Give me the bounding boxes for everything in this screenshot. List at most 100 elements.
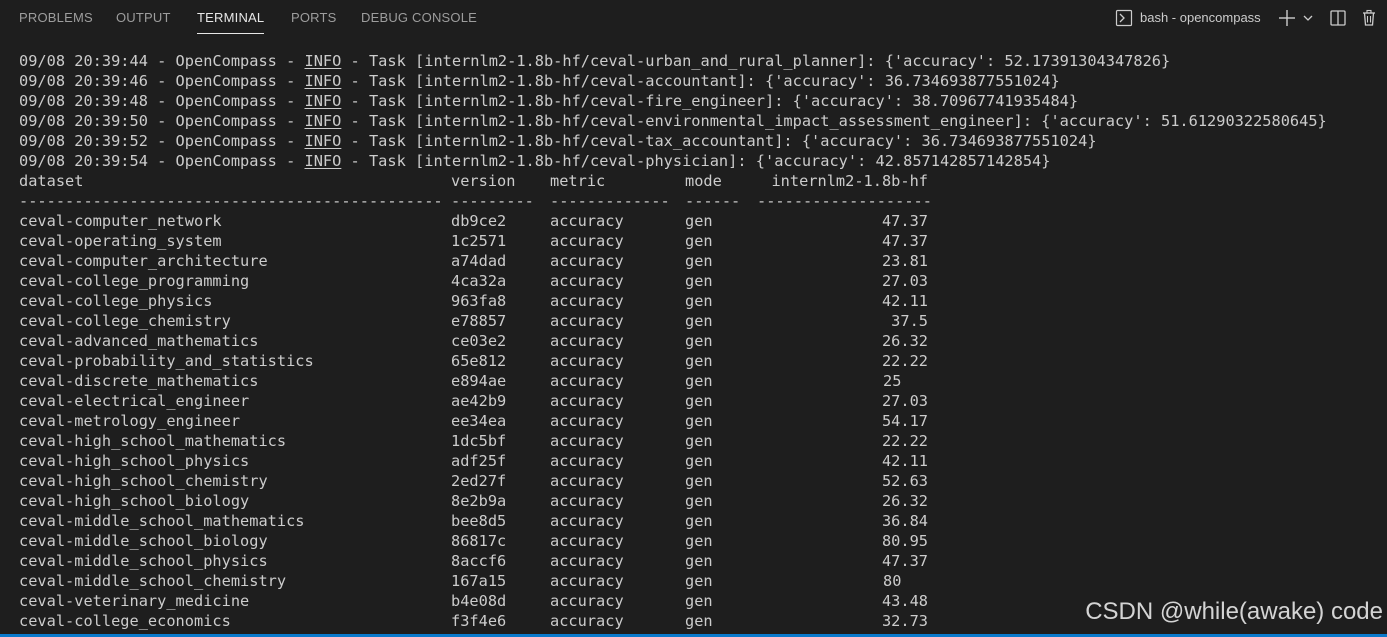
cell-metric: accuracy [550,232,624,250]
cell-score: 36.84 [881,512,928,530]
split-terminal-icon[interactable] [1328,8,1348,28]
log-level[interactable]: INFO [305,152,342,170]
tab-ports[interactable]: PORTS [291,0,337,36]
log-level[interactable]: INFO [305,52,342,70]
watermark: CSDN @while(awake) code [1085,598,1383,625]
cell-dataset: ceval-college_economics [19,612,231,630]
cell-version: b4e08d [451,592,507,610]
log-lines: 09/08 20:39:44 - OpenCompass - INFO - Ta… [19,51,1387,171]
cell-mode: gen [685,512,713,530]
cell-metric: accuracy [550,412,624,430]
cell-version: 167a15 [451,572,507,590]
log-level[interactable]: INFO [305,72,342,90]
log-message: - Task [internlm2-1.8b-hf/ceval-environm… [341,112,1327,130]
log-line: 09/08 20:39:44 - OpenCompass - INFO - Ta… [19,51,1387,71]
cell-metric: accuracy [550,252,624,270]
table-row: ceval-advanced_mathematics ce03e2 accuracy… [19,331,1387,351]
cell-version: 1c2571 [451,232,507,250]
cell-mode: gen [685,432,713,450]
tab-debug-console[interactable]: DEBUG CONSOLE [361,0,477,36]
cell-mode: gen [685,312,713,330]
cell-mode: gen [685,572,713,590]
cell-version: 86817c [451,532,507,550]
table-separator: ----------------------------------------… [19,191,1387,211]
table-row: ceval-probability_and_statistics 65e812 ac… [19,351,1387,371]
chevron-down-icon[interactable] [1301,8,1315,28]
cell-dataset: ceval-high_school_chemistry [19,472,268,490]
cell-dataset: ceval-middle_school_mathematics [19,512,305,530]
cell-version: 8e2b9a [451,492,507,510]
table-row: ceval-college_programming 4ca32a accuracy g… [19,271,1387,291]
table-row: ceval-middle_school_biology 86817c accurac… [19,531,1387,551]
trash-icon[interactable] [1359,8,1379,28]
header-dataset: dataset [19,172,84,190]
table-row: ceval-operating_system 1c2571 accuracy gen 4… [19,231,1387,251]
cell-dataset: ceval-advanced_mathematics [19,332,259,350]
cell-version: adf25f [451,452,507,470]
tab-output[interactable]: OUTPUT [116,0,171,36]
log-level[interactable]: INFO [305,132,342,150]
cell-mode: gen [685,472,713,490]
log-prefix: 09/08 20:39:48 - OpenCompass - [19,92,305,110]
log-prefix: 09/08 20:39:54 - OpenCompass - [19,152,305,170]
cell-mode: gen [685,392,713,410]
cell-metric: accuracy [550,592,624,610]
cell-score: 23.81 [881,252,928,270]
cell-metric: accuracy [550,392,624,410]
cell-version: f3f4e6 [451,612,507,630]
tab-terminal[interactable]: TERMINAL [197,0,265,36]
cell-mode: gen [685,252,713,270]
cell-metric: accuracy [550,432,624,450]
cell-dataset: ceval-metrology_engineer [19,412,241,430]
tab-problems[interactable]: PROBLEMS [19,0,93,36]
cell-metric: accuracy [550,472,624,490]
log-line: 09/08 20:39:54 - OpenCompass - INFO - Ta… [19,151,1387,171]
table-row: ceval-high_school_physics adf25f accuracy g… [19,451,1387,471]
cell-score: 47.37 [881,552,928,570]
cell-mode: gen [685,232,713,250]
cell-mode: gen [685,612,713,630]
log-line: 09/08 20:39:46 - OpenCompass - INFO - Ta… [19,71,1387,91]
log-level[interactable]: INFO [305,92,342,110]
cell-score: 47.37 [881,232,928,250]
separator-metric: ------------- [550,192,670,210]
plus-icon[interactable] [1277,8,1297,28]
cell-metric: accuracy [550,332,624,350]
table-row: ceval-middle_school_chemistry 167a15 accur… [19,571,1387,591]
cell-version: 963fa8 [451,292,507,310]
log-level[interactable]: INFO [305,112,342,130]
log-prefix: 09/08 20:39:52 - OpenCompass - [19,132,305,150]
header-version: version [451,172,516,190]
cell-mode: gen [685,412,713,430]
log-prefix: 09/08 20:39:50 - OpenCompass - [19,112,305,130]
table-row: ceval-discrete_mathematics e894ae accuracy… [19,371,1387,391]
terminal-output[interactable]: 09/08 20:39:44 - OpenCompass - INFO - Ta… [19,51,1387,637]
cell-mode: gen [685,592,713,610]
cell-mode: gen [685,452,713,470]
separator-score: ------------------- [757,192,932,210]
cell-dataset: ceval-electrical_engineer [19,392,250,410]
log-prefix: 09/08 20:39:46 - OpenCompass - [19,72,305,90]
cell-version: bee8d5 [451,512,507,530]
cell-score: 32.73 [881,612,928,630]
cell-metric: accuracy [550,312,624,330]
cell-mode: gen [685,372,713,390]
cell-dataset: ceval-middle_school_chemistry [19,572,287,590]
terminal-selector[interactable]: bash - opencompass [1140,0,1261,36]
cell-score: 42.11 [881,452,928,470]
cell-metric: accuracy [550,612,624,630]
log-line: 09/08 20:39:52 - OpenCompass - INFO - Ta… [19,131,1387,151]
cell-score: 47.37 [881,212,928,230]
cell-metric: accuracy [550,452,624,470]
terminal-icon[interactable] [1114,8,1134,28]
cell-metric: accuracy [550,292,624,310]
table-row: ceval-high_school_biology 8e2b9a accuracy g… [19,491,1387,511]
cell-score: 80.95 [881,532,928,550]
log-message: - Task [internlm2-1.8b-hf/ceval-accounta… [341,72,1060,90]
cell-version: db9ce2 [451,212,507,230]
cell-version: ae42b9 [451,392,507,410]
table-row: ceval-middle_school_mathematics bee8d5 acc… [19,511,1387,531]
table-row: ceval-computer_network db9ce2 accuracy gen 4… [19,211,1387,231]
header-mode: mode [685,172,722,190]
table-row: ceval-high_school_chemistry 2ed27f accurac… [19,471,1387,491]
